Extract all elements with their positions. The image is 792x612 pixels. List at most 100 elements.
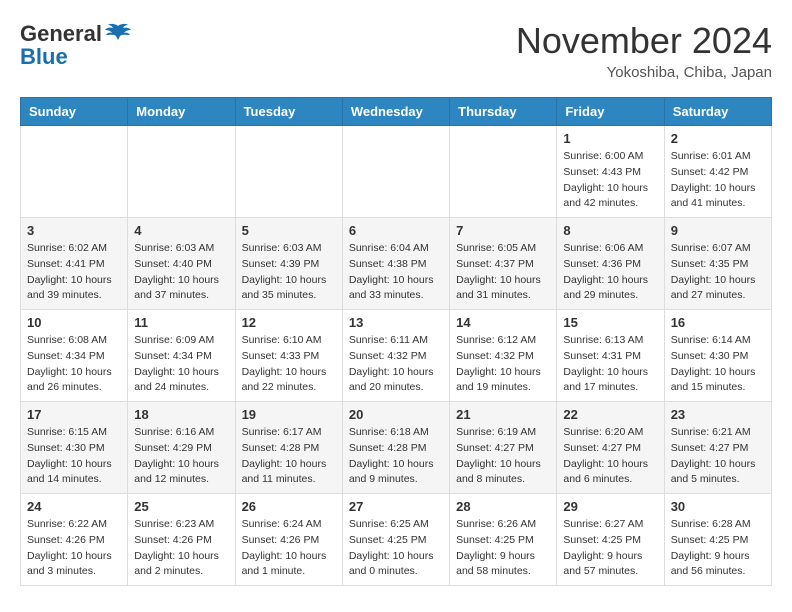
weekday-header: Monday [128,98,235,126]
calendar-week-row: 24 Sunrise: 6:22 AM Sunset: 4:26 PM Dayli… [21,494,772,586]
calendar-cell: 10 Sunrise: 6:08 AM Sunset: 4:34 PM Dayli… [21,310,128,402]
day-info: Sunrise: 6:11 AM Sunset: 4:32 PM Dayligh… [349,333,443,396]
calendar-cell: 29 Sunrise: 6:27 AM Sunset: 4:25 PM Dayli… [557,494,664,586]
calendar-week-row: 3Sunrise: 6:02 AM Sunset: 4:41 PM Daylig… [21,218,772,310]
day-info: Sunrise: 6:16 AM Sunset: 4:29 PM Dayligh… [134,425,228,488]
calendar-week-row: 17Sunrise: 6:15 AM Sunset: 4:30 PM Dayli… [21,402,772,494]
title-block: November 2024 Yokoshiba, Chiba, Japan [516,20,772,81]
day-info: Sunrise: 6:12 AM Sunset: 4:32 PM Dayligh… [456,333,550,396]
logo-bird-icon [104,20,132,48]
calendar-week-row: 1 Sunrise: 6:00 AM Sunset: 4:43 PM Daylig… [21,126,772,218]
month-title: November 2024 [516,20,772,62]
calendar-cell: 28 Sunrise: 6:26 AM Sunset: 4:25 PM Dayli… [450,494,557,586]
day-number: 23 [671,407,765,422]
day-info: Sunrise: 6:28 AM Sunset: 4:25 PM Dayligh… [671,517,765,580]
day-info: Sunrise: 6:13 AM Sunset: 4:31 PM Dayligh… [563,333,657,396]
day-number: 24 [27,499,121,514]
calendar-cell: 16Sunrise: 6:14 AM Sunset: 4:30 PM Dayli… [664,310,771,402]
day-number: 22 [563,407,657,422]
day-info: Sunrise: 6:04 AM Sunset: 4:38 PM Dayligh… [349,241,443,304]
calendar-cell: 1 Sunrise: 6:00 AM Sunset: 4:43 PM Daylig… [557,126,664,218]
weekday-header: Tuesday [235,98,342,126]
day-number: 12 [242,315,336,330]
day-number: 3 [27,223,121,238]
calendar-cell: 12 Sunrise: 6:10 AM Sunset: 4:33 PM Dayli… [235,310,342,402]
calendar-cell: 3Sunrise: 6:02 AM Sunset: 4:41 PM Daylig… [21,218,128,310]
calendar-cell: 20 Sunrise: 6:18 AM Sunset: 4:28 PM Dayli… [342,402,449,494]
day-number: 27 [349,499,443,514]
day-info: Sunrise: 6:08 AM Sunset: 4:34 PM Dayligh… [27,333,121,396]
day-number: 8 [563,223,657,238]
page-header: General Blue November 2024 Yokoshiba, Ch… [20,20,772,81]
day-number: 29 [563,499,657,514]
calendar-cell: 5 Sunrise: 6:03 AM Sunset: 4:39 PM Daylig… [235,218,342,310]
calendar-cell: 27Sunrise: 6:25 AM Sunset: 4:25 PM Dayli… [342,494,449,586]
calendar-cell: 13 Sunrise: 6:11 AM Sunset: 4:32 PM Dayli… [342,310,449,402]
day-number: 15 [563,315,657,330]
calendar-cell: 17Sunrise: 6:15 AM Sunset: 4:30 PM Dayli… [21,402,128,494]
day-info: Sunrise: 6:17 AM Sunset: 4:28 PM Dayligh… [242,425,336,488]
weekday-header: Sunday [21,98,128,126]
day-info: Sunrise: 6:07 AM Sunset: 4:35 PM Dayligh… [671,241,765,304]
day-number: 28 [456,499,550,514]
calendar-cell: 24 Sunrise: 6:22 AM Sunset: 4:26 PM Dayli… [21,494,128,586]
day-info: Sunrise: 6:20 AM Sunset: 4:27 PM Dayligh… [563,425,657,488]
calendar-cell [235,126,342,218]
header-row: SundayMondayTuesdayWednesdayThursdayFrid… [21,98,772,126]
day-info: Sunrise: 6:03 AM Sunset: 4:39 PM Dayligh… [242,241,336,304]
calendar-cell: 11Sunrise: 6:09 AM Sunset: 4:34 PM Dayli… [128,310,235,402]
day-number: 5 [242,223,336,238]
day-number: 13 [349,315,443,330]
day-number: 19 [242,407,336,422]
calendar-header: SundayMondayTuesdayWednesdayThursdayFrid… [21,98,772,126]
day-info: Sunrise: 6:06 AM Sunset: 4:36 PM Dayligh… [563,241,657,304]
day-info: Sunrise: 6:22 AM Sunset: 4:26 PM Dayligh… [27,517,121,580]
day-number: 9 [671,223,765,238]
calendar-cell: 22 Sunrise: 6:20 AM Sunset: 4:27 PM Dayli… [557,402,664,494]
day-number: 11 [134,315,228,330]
calendar-cell: 15 Sunrise: 6:13 AM Sunset: 4:31 PM Dayli… [557,310,664,402]
calendar-cell: 26 Sunrise: 6:24 AM Sunset: 4:26 PM Dayli… [235,494,342,586]
weekday-header: Friday [557,98,664,126]
calendar-week-row: 10 Sunrise: 6:08 AM Sunset: 4:34 PM Dayli… [21,310,772,402]
day-info: Sunrise: 6:27 AM Sunset: 4:25 PM Dayligh… [563,517,657,580]
logo-blue: Blue [20,44,68,70]
calendar-body: 1 Sunrise: 6:00 AM Sunset: 4:43 PM Daylig… [21,126,772,586]
calendar-cell: 7Sunrise: 6:05 AM Sunset: 4:37 PM Daylig… [450,218,557,310]
calendar-cell: 18Sunrise: 6:16 AM Sunset: 4:29 PM Dayli… [128,402,235,494]
day-info: Sunrise: 6:05 AM Sunset: 4:37 PM Dayligh… [456,241,550,304]
location: Yokoshiba, Chiba, Japan [516,64,772,81]
day-info: Sunrise: 6:03 AM Sunset: 4:40 PM Dayligh… [134,241,228,304]
day-number: 25 [134,499,228,514]
day-number: 10 [27,315,121,330]
logo: General Blue [20,20,132,70]
calendar-cell [450,126,557,218]
calendar-cell: 19 Sunrise: 6:17 AM Sunset: 4:28 PM Dayli… [235,402,342,494]
calendar-cell [342,126,449,218]
calendar-cell: 30 Sunrise: 6:28 AM Sunset: 4:25 PM Dayli… [664,494,771,586]
calendar-cell [128,126,235,218]
calendar-cell: 2 Sunrise: 6:01 AM Sunset: 4:42 PM Daylig… [664,126,771,218]
calendar-table: SundayMondayTuesdayWednesdayThursdayFrid… [20,97,772,586]
weekday-header: Saturday [664,98,771,126]
day-info: Sunrise: 6:18 AM Sunset: 4:28 PM Dayligh… [349,425,443,488]
day-info: Sunrise: 6:10 AM Sunset: 4:33 PM Dayligh… [242,333,336,396]
day-number: 30 [671,499,765,514]
day-number: 16 [671,315,765,330]
day-number: 26 [242,499,336,514]
day-info: Sunrise: 6:26 AM Sunset: 4:25 PM Dayligh… [456,517,550,580]
day-number: 20 [349,407,443,422]
day-info: Sunrise: 6:01 AM Sunset: 4:42 PM Dayligh… [671,149,765,212]
day-number: 21 [456,407,550,422]
day-info: Sunrise: 6:24 AM Sunset: 4:26 PM Dayligh… [242,517,336,580]
calendar-cell [21,126,128,218]
day-info: Sunrise: 6:00 AM Sunset: 4:43 PM Dayligh… [563,149,657,212]
day-number: 1 [563,131,657,146]
calendar-cell: 8 Sunrise: 6:06 AM Sunset: 4:36 PM Daylig… [557,218,664,310]
day-number: 2 [671,131,765,146]
calendar-cell: 4Sunrise: 6:03 AM Sunset: 4:40 PM Daylig… [128,218,235,310]
calendar-cell: 25Sunrise: 6:23 AM Sunset: 4:26 PM Dayli… [128,494,235,586]
weekday-header: Wednesday [342,98,449,126]
calendar-cell: 9 Sunrise: 6:07 AM Sunset: 4:35 PM Daylig… [664,218,771,310]
day-number: 6 [349,223,443,238]
